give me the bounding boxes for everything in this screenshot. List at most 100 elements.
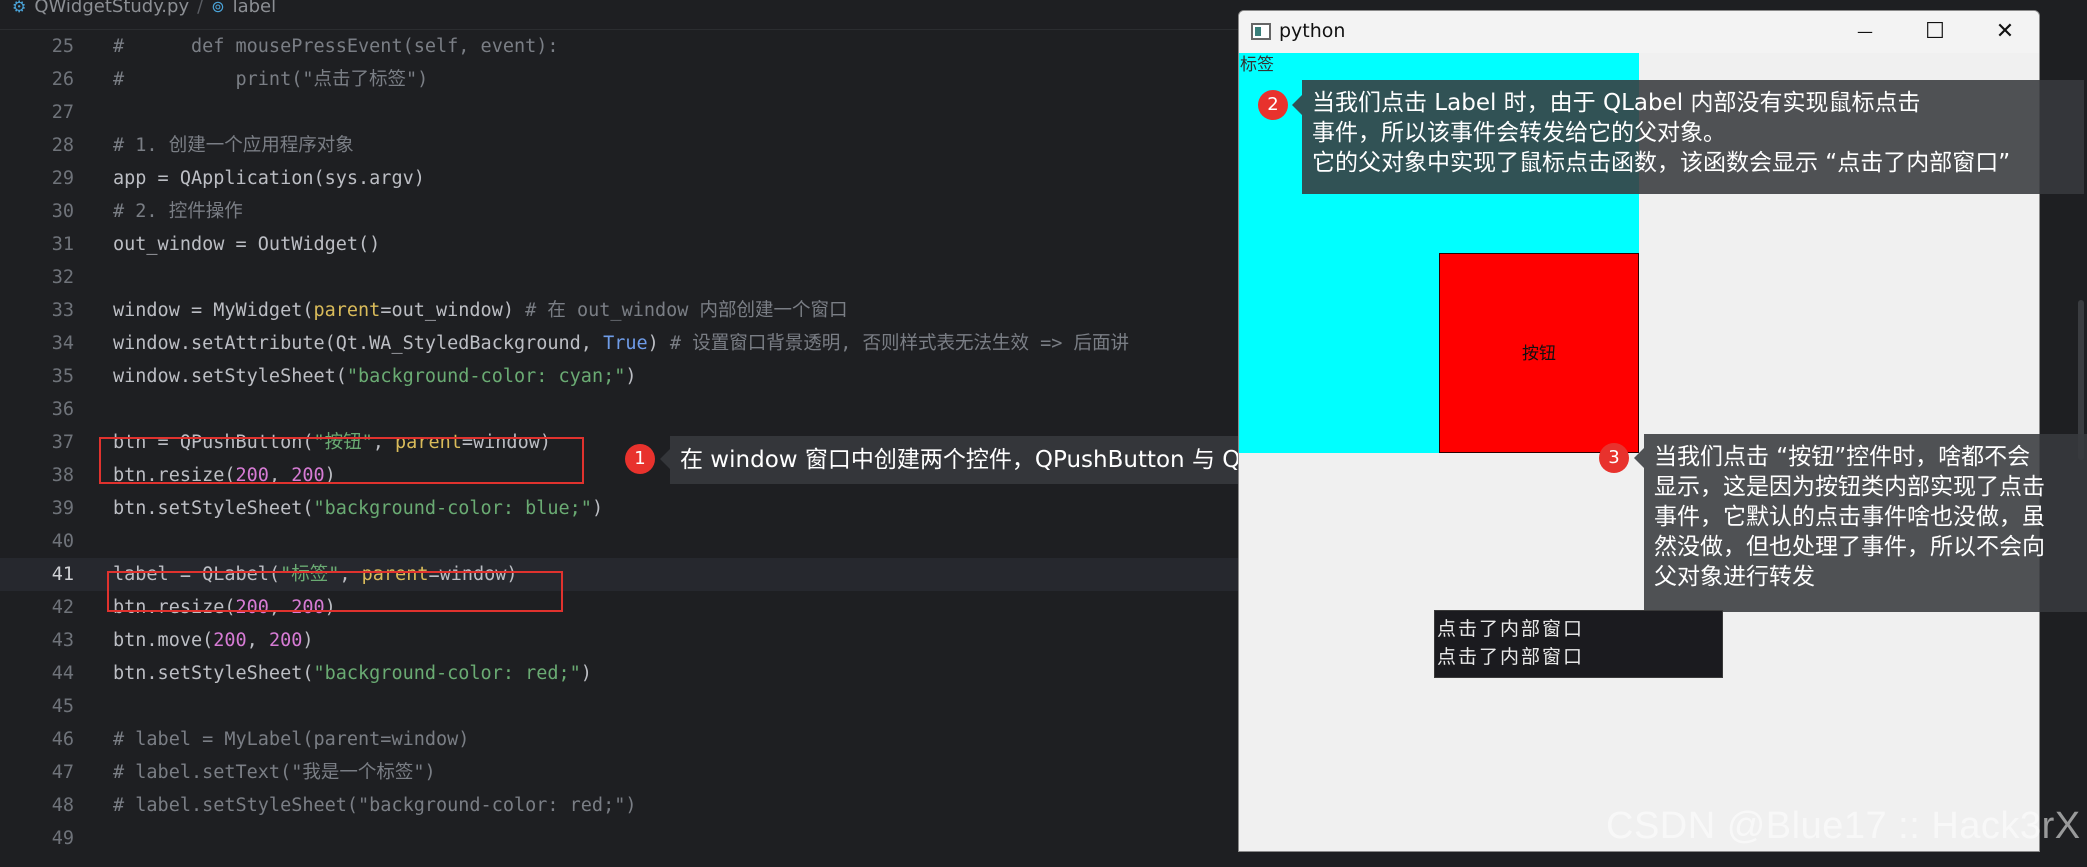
code-token: )	[591, 498, 604, 519]
annotation-3-line-4: 然没做，但也处理了事件，所以不会向	[1654, 534, 2045, 560]
line-number: 44	[51, 663, 74, 684]
highlight-box-label	[107, 571, 563, 612]
code-line[interactable]: 29 app = QApplication(sys.argv)	[0, 162, 1240, 195]
line-number: 26	[51, 69, 74, 90]
annotation-3-line-5: 父对象进行转发	[1654, 564, 1815, 590]
code-text: # label.setText("我是一个标签")	[113, 756, 436, 789]
code-text: window.setStyleSheet("background-color: …	[113, 360, 637, 393]
code-token: )	[625, 366, 637, 387]
qpushbutton[interactable]: 按钮	[1439, 253, 1639, 453]
code-token: btn.setStyleSheet(	[113, 498, 314, 519]
code-line[interactable]: 46 # label = MyLabel(parent=window)	[0, 723, 1240, 756]
line-number: 35	[51, 366, 74, 387]
code-text: # 1. 创建一个应用程序对象	[113, 129, 354, 162]
code-token: "background-color: blue;"	[313, 498, 592, 519]
code-text: # print("点击了标签")	[113, 63, 428, 96]
code-token: window = MyWidget(	[113, 300, 314, 321]
highlight-box-btn	[99, 437, 584, 484]
code-token: btn.setStyleSheet(	[113, 663, 314, 684]
console-line-1: 点击了内部窗口	[1437, 618, 1585, 640]
code-line[interactable]: 33 window = MyWidget(parent=out_window) #…	[0, 294, 1240, 327]
line-number: 31	[51, 234, 74, 255]
line-number: 27	[51, 102, 74, 123]
breadcrumb-separator: /	[197, 0, 204, 17]
code-token: )	[302, 630, 314, 651]
code-text: # def mousePressEvent(self, event):	[113, 30, 559, 63]
watermark: CSDN @Blue17 :: Hack3rX	[1606, 805, 2081, 847]
code-token: ,	[246, 630, 269, 651]
code-token: # 1. 创建一个应用程序对象	[113, 135, 354, 156]
close-button[interactable]: ✕	[1971, 11, 2039, 53]
code-text: # label.setStyleSheet("background-color:…	[113, 789, 636, 822]
code-token: )	[580, 663, 592, 684]
code-line[interactable]: 34 window.setAttribute(Qt.WA_StyledBackgr…	[0, 327, 1240, 360]
code-token: "background-color: red;"	[313, 663, 581, 684]
code-token: 200	[213, 630, 247, 651]
code-line[interactable]: 45	[0, 690, 1240, 723]
breadcrumb-symbol[interactable]: label	[233, 0, 277, 16]
annotation-3-line-1: 当我们点击 “按钮”控件时，啥都不会	[1654, 444, 2031, 470]
code-token: out_window = OutWidget()	[113, 234, 381, 255]
code-line[interactable]: 26 # print("点击了标签")	[0, 63, 1240, 96]
code-line[interactable]: 40	[0, 525, 1240, 558]
code-token: True	[603, 333, 648, 354]
line-number: 36	[51, 399, 74, 420]
code-token: # label = MyLabel(parent=window)	[113, 729, 470, 750]
code-token: # def mousePressEvent(self, event):	[113, 36, 559, 57]
code-line[interactable]: 48 # label.setStyleSheet("background-colo…	[0, 789, 1240, 822]
code-line[interactable]: 27	[0, 96, 1240, 129]
code-line[interactable]: 39 btn.setStyleSheet("background-color: b…	[0, 492, 1240, 525]
code-text: btn.setStyleSheet("background-color: blu…	[113, 492, 603, 525]
annotation-2-note: 当我们点击 Label 时，由于 QLabel 内部没有实现鼠标点击 事件，所以…	[1302, 80, 2084, 194]
code-text: window.setAttribute(Qt.WA_StyledBackgrou…	[113, 327, 1129, 360]
code-text: # label = MyLabel(parent=window)	[113, 723, 469, 756]
maximize-button[interactable]: ☐	[1901, 11, 1969, 53]
annotation-2-line-3: 它的父对象中实现了鼠标点击函数，该函数会显示 “点击了内部窗口”	[1312, 150, 2011, 176]
code-text: app = QApplication(sys.argv)	[113, 162, 425, 195]
line-number: 34	[51, 333, 74, 354]
code-token: # 2. 控件操作	[113, 201, 243, 222]
code-line[interactable]: 31 out_window = OutWidget()	[0, 228, 1240, 261]
code-token: =out_window)	[380, 300, 526, 321]
code-token: app = QApplication(sys.argv)	[113, 168, 425, 189]
code-line[interactable]: 49	[0, 822, 1240, 855]
code-token: window.setAttribute(Qt.WA_StyledBackgrou…	[113, 333, 604, 354]
line-number: 38	[51, 465, 74, 486]
code-line[interactable]: 35 window.setStyleSheet("background-color…	[0, 360, 1240, 393]
window-app-icon	[1251, 23, 1271, 40]
annotation-3-badge: 3	[1599, 443, 1629, 473]
annotation-3-line-3: 事件，它默认的点击事件啥也没做，虽	[1654, 504, 2045, 530]
code-token: window.setStyleSheet(	[113, 366, 347, 387]
line-number: 48	[51, 795, 74, 816]
code-token: )	[647, 333, 670, 354]
window-titlebar[interactable]: python — ☐ ✕	[1239, 11, 2039, 53]
line-number: 43	[51, 630, 74, 651]
line-number: 28	[51, 135, 74, 156]
code-line[interactable]: 25 # def mousePressEvent(self, event):	[0, 30, 1240, 63]
code-line[interactable]: 36	[0, 393, 1240, 426]
code-token: # 设置窗口背景透明, 否则样式表无法生效 => 后面讲	[669, 333, 1130, 354]
code-line[interactable]: 28 # 1. 创建一个应用程序对象	[0, 129, 1240, 162]
code-line[interactable]: 43 btn.move(200, 200)	[0, 624, 1240, 657]
qlabel[interactable]: 标签	[1240, 50, 1274, 75]
window-title: python	[1279, 20, 1346, 42]
annotation-1-arrow	[660, 449, 670, 469]
code-token: "background-color: cyan;"	[346, 366, 626, 387]
python-file-icon: ⚙	[12, 0, 27, 16]
code-line[interactable]: 32	[0, 261, 1240, 294]
line-number: 46	[51, 729, 74, 750]
code-token: # 在 out_window 内部创建一个窗口	[525, 300, 848, 321]
code-token: parent	[313, 300, 381, 321]
code-line[interactable]: 30 # 2. 控件操作	[0, 195, 1240, 228]
code-token: btn.move(	[113, 630, 214, 651]
annotation-2-line-2: 事件，所以该事件会转发给它的父对象。	[1312, 120, 1726, 146]
code-line[interactable]: 47 # label.setText("我是一个标签")	[0, 756, 1240, 789]
code-text: out_window = OutWidget()	[113, 228, 380, 261]
breadcrumb-file[interactable]: QWidgetStudy.py	[34, 0, 189, 16]
breadcrumb: ⚙ QWidgetStudy.py / ⊚ label	[0, 0, 1240, 30]
code-line[interactable]: 44 btn.setStyleSheet("background-color: r…	[0, 657, 1240, 690]
line-number: 33	[51, 300, 74, 321]
code-text: btn.move(200, 200)	[113, 624, 314, 657]
line-number: 37	[51, 432, 74, 453]
minimize-button[interactable]: —	[1831, 11, 1899, 53]
